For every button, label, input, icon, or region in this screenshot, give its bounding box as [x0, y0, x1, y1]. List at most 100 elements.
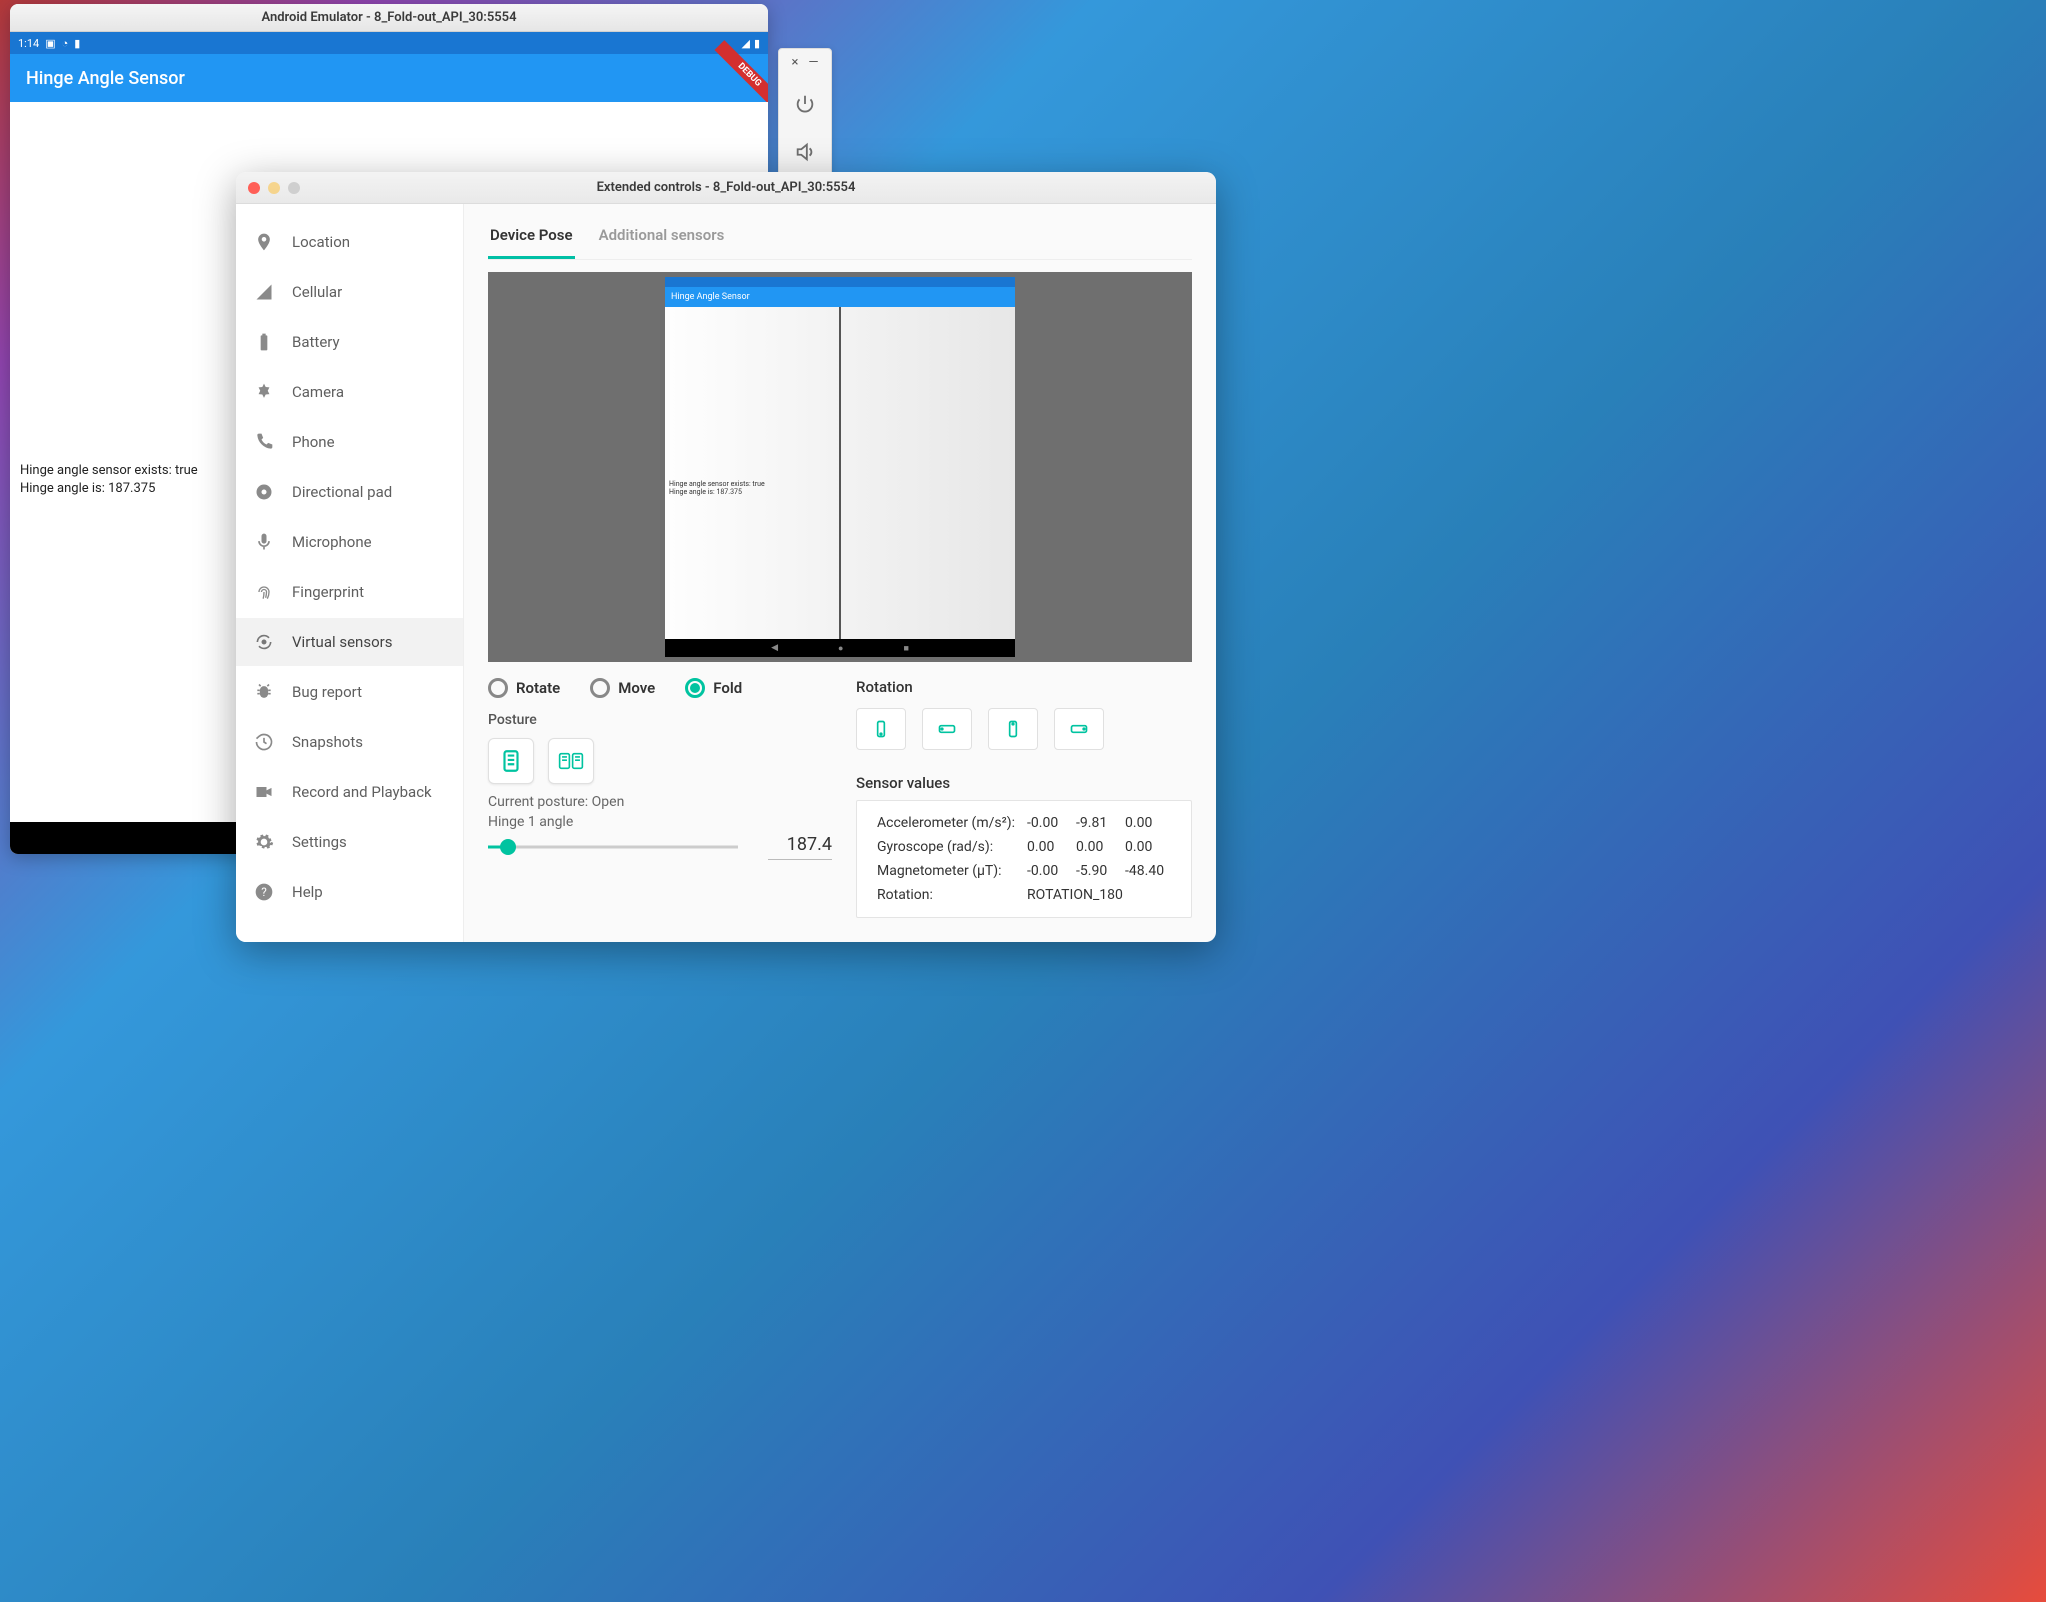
- device-preview[interactable]: Hinge Angle Sensor Hinge angle sensor ex…: [488, 272, 1192, 662]
- bug-icon: [254, 682, 274, 702]
- radio-rotate[interactable]: Rotate: [488, 678, 560, 698]
- tab-additional-sensors[interactable]: Additional sensors: [597, 216, 727, 259]
- sensor-row-magnetometer: Magnetometer (μT): -0.00 -5.90 -48.40: [871, 859, 1177, 883]
- rotation-landscape-left-button[interactable]: [922, 708, 972, 750]
- sensor-values-box: Accelerometer (m/s²): -0.00 -9.81 0.00 G…: [856, 800, 1192, 918]
- video-icon: [254, 782, 274, 802]
- dpad-icon: [254, 482, 274, 502]
- preview-app-bar: Hinge Angle Sensor: [665, 287, 1015, 307]
- sensor-z: -48.40: [1119, 859, 1177, 883]
- preview-readout: Hinge angle sensor exists: true Hinge an…: [669, 480, 765, 497]
- sidebar-item-phone[interactable]: Phone: [236, 418, 463, 466]
- sensor-row-accelerometer: Accelerometer (m/s²): -0.00 -9.81 0.00: [871, 811, 1177, 835]
- app-bar: Hinge Angle Sensor DEBUG: [10, 54, 768, 102]
- location-pin-icon: [254, 232, 274, 252]
- sidebar-item-location[interactable]: Location: [236, 218, 463, 266]
- sidebar-item-settings[interactable]: Settings: [236, 818, 463, 866]
- sidebar-item-camera[interactable]: Camera: [236, 368, 463, 416]
- android-status-bar: 1:14 ▣ ◔ ▮ ◢ ▮: [10, 32, 768, 54]
- radio-fold[interactable]: Fold: [685, 678, 742, 698]
- sidebar-item-snapshots[interactable]: Snapshots: [236, 718, 463, 766]
- extended-sidebar: Location Cellular Battery Camera Phone D…: [236, 204, 464, 942]
- posture-heading: Posture: [488, 712, 832, 728]
- preview-body: Hinge angle sensor exists: true Hinge an…: [665, 307, 1015, 639]
- status-icon: ▮: [74, 37, 80, 50]
- sidebar-item-label: Camera: [292, 383, 344, 401]
- sensor-rotation-value: ROTATION_180: [1021, 883, 1177, 907]
- microphone-icon: [254, 532, 274, 552]
- emulator-volume-button[interactable]: [779, 128, 831, 176]
- sensor-label: Gyroscope (rad/s):: [871, 835, 1021, 859]
- history-icon: [254, 732, 274, 752]
- current-posture-label: Current posture: Open: [488, 794, 832, 810]
- sidebar-item-bug-report[interactable]: Bug report: [236, 668, 463, 716]
- window-minimize-button[interactable]: [268, 182, 280, 194]
- sidebar-item-label: Record and Playback: [292, 783, 432, 801]
- fingerprint-icon: [254, 582, 274, 602]
- nav-back-icon: ◀: [771, 643, 778, 653]
- sidebar-item-label: Help: [292, 883, 323, 901]
- preview-status-bar: [665, 277, 1015, 287]
- sidebar-item-label: Directional pad: [292, 483, 392, 501]
- preview-nav-bar: ◀ ● ■: [665, 639, 1015, 657]
- sensor-label: Rotation:: [871, 883, 1021, 907]
- window-zoom-button[interactable]: [288, 182, 300, 194]
- nav-home-icon: ●: [838, 643, 843, 654]
- emulator-toolbar: × —: [778, 48, 832, 177]
- help-icon: ?: [254, 882, 274, 902]
- preview-device: Hinge Angle Sensor Hinge angle sensor ex…: [665, 277, 1015, 657]
- hinge-angle-value[interactable]: 187.4: [768, 834, 832, 860]
- window-traffic-lights: [248, 182, 300, 194]
- sidebar-item-record[interactable]: Record and Playback: [236, 768, 463, 816]
- tabs: Device Pose Additional sensors: [488, 216, 1192, 260]
- rotation-portrait-reverse-button[interactable]: [988, 708, 1038, 750]
- sidebar-item-label: Virtual sensors: [292, 633, 392, 651]
- rotation-heading: Rotation: [856, 678, 1192, 696]
- radio-circle-icon: [488, 678, 508, 698]
- sensor-label: Accelerometer (m/s²):: [871, 811, 1021, 835]
- sensor-x: -0.00: [1021, 859, 1070, 883]
- sensors-icon: [254, 632, 274, 652]
- sidebar-item-dpad[interactable]: Directional pad: [236, 468, 463, 516]
- posture-open-button[interactable]: [548, 738, 594, 784]
- sidebar-item-label: Phone: [292, 433, 335, 451]
- extended-main-panel: Device Pose Additional sensors Hinge Ang…: [464, 204, 1216, 942]
- tab-device-pose[interactable]: Device Pose: [488, 216, 575, 259]
- status-battery-icon: ▮: [754, 37, 760, 50]
- hinge-angle-slider[interactable]: [488, 835, 738, 859]
- radio-label: Move: [618, 679, 655, 697]
- radio-move[interactable]: Move: [590, 678, 655, 698]
- radio-label: Fold: [713, 679, 742, 697]
- rotation-and-sensors: Rotation Sensor values Accelerometer (m/…: [856, 678, 1192, 918]
- sensor-y: -5.90: [1070, 859, 1119, 883]
- sidebar-item-battery[interactable]: Battery: [236, 318, 463, 366]
- sidebar-item-microphone[interactable]: Microphone: [236, 518, 463, 566]
- signal-icon: [254, 282, 274, 302]
- hinge-exists-line: Hinge angle sensor exists: true: [20, 462, 198, 480]
- radio-label: Rotate: [516, 679, 560, 697]
- radio-circle-icon: [590, 678, 610, 698]
- emulator-minimize-button[interactable]: —: [808, 55, 818, 70]
- sidebar-item-label: Location: [292, 233, 350, 251]
- extended-titlebar: Extended controls - 8_Fold-out_API_30:55…: [236, 172, 1216, 204]
- rotation-portrait-button[interactable]: [856, 708, 906, 750]
- app-title: Hinge Angle Sensor: [26, 68, 185, 89]
- preview-app-title: Hinge Angle Sensor: [671, 292, 750, 302]
- sidebar-item-fingerprint[interactable]: Fingerprint: [236, 568, 463, 616]
- emulator-power-button[interactable]: [779, 80, 831, 128]
- preview-line-2: Hinge angle is: 187.375: [669, 488, 765, 496]
- sidebar-item-cellular[interactable]: Cellular: [236, 268, 463, 316]
- svg-text:?: ?: [261, 885, 267, 899]
- pose-controls: Rotate Move Fold Posture: [488, 678, 832, 918]
- window-close-button[interactable]: [248, 182, 260, 194]
- sensor-row-rotation: Rotation: ROTATION_180: [871, 883, 1177, 907]
- emulator-close-button[interactable]: ×: [791, 55, 798, 70]
- phone-icon: [254, 432, 274, 452]
- sidebar-item-help[interactable]: ? Help: [236, 868, 463, 916]
- posture-closed-button[interactable]: [488, 738, 534, 784]
- rotation-landscape-right-button[interactable]: [1054, 708, 1104, 750]
- preview-line-1: Hinge angle sensor exists: true: [669, 480, 765, 488]
- sidebar-item-virtual-sensors[interactable]: Virtual sensors: [236, 618, 463, 666]
- extended-controls-window: Extended controls - 8_Fold-out_API_30:55…: [236, 172, 1216, 942]
- sidebar-item-label: Battery: [292, 333, 340, 351]
